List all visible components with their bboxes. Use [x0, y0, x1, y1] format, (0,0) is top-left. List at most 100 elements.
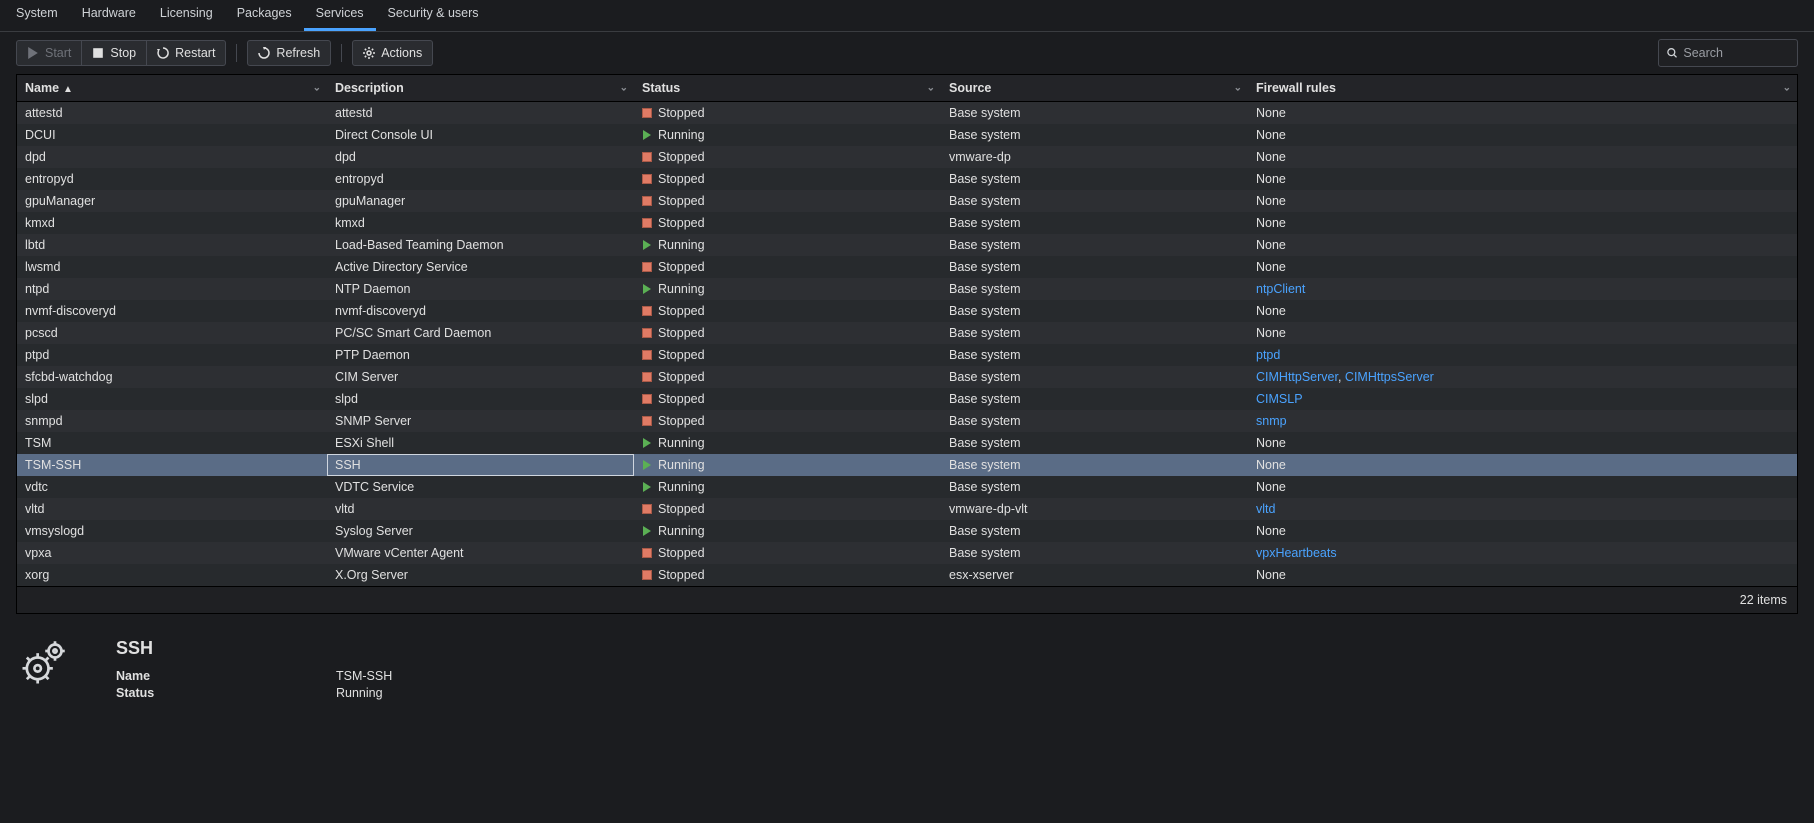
firewall-link[interactable]: CIMSLP — [1256, 392, 1303, 406]
cell-status: Running — [634, 454, 941, 476]
cell-firewall: vpxHeartbeats — [1248, 542, 1797, 564]
cell-description: Load-Based Teaming Daemon — [327, 234, 634, 256]
stopped-icon — [642, 372, 652, 382]
table-row[interactable]: vpxaVMware vCenter AgentStoppedBase syst… — [17, 542, 1797, 564]
firewall-link[interactable]: vpxHeartbeats — [1256, 546, 1337, 560]
table-row[interactable]: DCUIDirect Console UIRunningBase systemN… — [17, 124, 1797, 146]
table-row[interactable]: TSMESXi ShellRunningBase systemNone — [17, 432, 1797, 454]
start-button[interactable]: Start — [16, 40, 82, 66]
cell-source: Base system — [941, 190, 1248, 212]
table-row[interactable]: nvmf-discoverydnvmf-discoverydStoppedBas… — [17, 300, 1797, 322]
cell-source: Base system — [941, 102, 1248, 125]
actions-button[interactable]: Actions — [352, 40, 433, 66]
firewall-none: None — [1256, 238, 1286, 252]
running-icon — [642, 284, 652, 294]
table-row[interactable]: vmsyslogdSyslog ServerRunningBase system… — [17, 520, 1797, 542]
stopped-icon — [642, 196, 652, 206]
col-name[interactable]: Name▲⌄ — [17, 75, 327, 102]
table-row[interactable]: entropydentropydStoppedBase systemNone — [17, 168, 1797, 190]
firewall-link[interactable]: snmp — [1256, 414, 1287, 428]
col-firewall-rules[interactable]: Firewall rules⌄ — [1248, 75, 1797, 102]
refresh-icon — [258, 47, 270, 59]
firewall-none: None — [1256, 326, 1286, 340]
stopped-icon — [642, 262, 652, 272]
firewall-link[interactable]: CIMHttpServer — [1256, 370, 1338, 384]
tab-system[interactable]: System — [4, 0, 70, 31]
firewall-none: None — [1256, 216, 1286, 230]
cell-source: vmware-dp-vlt — [941, 498, 1248, 520]
cell-status: Stopped — [634, 168, 941, 190]
firewall-link[interactable]: vltd — [1256, 502, 1275, 516]
chevron-down-icon[interactable]: ⌄ — [927, 83, 935, 94]
cell-firewall: None — [1248, 146, 1797, 168]
cell-name: vmsyslogd — [17, 520, 327, 542]
table-row[interactable]: snmpdSNMP ServerStoppedBase systemsnmp — [17, 410, 1797, 432]
tab-security-users[interactable]: Security & users — [376, 0, 491, 31]
running-icon — [642, 460, 652, 470]
stopped-icon — [642, 306, 652, 316]
tab-services[interactable]: Services — [304, 0, 376, 31]
separator — [341, 44, 342, 62]
search-box[interactable] — [1658, 39, 1798, 67]
table-row[interactable]: xorgX.Org ServerStoppedesx-xserverNone — [17, 564, 1797, 586]
cell-source: Base system — [941, 366, 1248, 388]
tab-hardware[interactable]: Hardware — [70, 0, 148, 31]
cell-source: Base system — [941, 476, 1248, 498]
cell-firewall: None — [1248, 564, 1797, 586]
search-input[interactable] — [1683, 46, 1789, 60]
chevron-down-icon[interactable]: ⌄ — [1783, 83, 1791, 94]
tab-licensing[interactable]: Licensing — [148, 0, 225, 31]
cell-source: esx-xserver — [941, 564, 1248, 586]
firewall-none: None — [1256, 128, 1286, 142]
cell-source: Base system — [941, 256, 1248, 278]
table-row[interactable]: ntpdNTP DaemonRunningBase systemntpClien… — [17, 278, 1797, 300]
table-row[interactable]: gpuManagergpuManagerStoppedBase systemNo… — [17, 190, 1797, 212]
cell-source: Base system — [941, 322, 1248, 344]
cell-description: SNMP Server — [327, 410, 634, 432]
cell-name: lwsmd — [17, 256, 327, 278]
stop-button[interactable]: Stop — [82, 40, 147, 66]
col-source[interactable]: Source⌄ — [941, 75, 1248, 102]
table-row[interactable]: vdtcVDTC ServiceRunningBase systemNone — [17, 476, 1797, 498]
stopped-icon — [642, 570, 652, 580]
table-row[interactable]: kmxdkmxdStoppedBase systemNone — [17, 212, 1797, 234]
stopped-icon — [642, 350, 652, 360]
table-row[interactable]: ptpdPTP DaemonStoppedBase systemptpd — [17, 344, 1797, 366]
cell-firewall: CIMSLP — [1248, 388, 1797, 410]
chevron-down-icon[interactable]: ⌄ — [620, 83, 628, 94]
table-row[interactable]: pcscdPC/SC Smart Card DaemonStoppedBase … — [17, 322, 1797, 344]
firewall-link[interactable]: ptpd — [1256, 348, 1280, 362]
cell-name: sfcbd-watchdog — [17, 366, 327, 388]
restart-button[interactable]: Restart — [147, 40, 226, 66]
refresh-button[interactable]: Refresh — [247, 40, 331, 66]
cell-source: Base system — [941, 388, 1248, 410]
cell-status: Running — [634, 234, 941, 256]
table-row[interactable]: lwsmdActive Directory ServiceStoppedBase… — [17, 256, 1797, 278]
firewall-none: None — [1256, 458, 1286, 472]
table-row[interactable]: vltdvltdStoppedvmware-dp-vltvltd — [17, 498, 1797, 520]
chevron-down-icon[interactable]: ⌄ — [1234, 83, 1242, 94]
table-row[interactable]: sfcbd-watchdogCIM ServerStoppedBase syst… — [17, 366, 1797, 388]
col-status[interactable]: Status⌄ — [634, 75, 941, 102]
cell-status: Stopped — [634, 322, 941, 344]
cell-description: gpuManager — [327, 190, 634, 212]
running-icon — [642, 240, 652, 250]
cell-status: Stopped — [634, 564, 941, 586]
cell-name: nvmf-discoveryd — [17, 300, 327, 322]
table-row[interactable]: slpdslpdStoppedBase systemCIMSLP — [17, 388, 1797, 410]
cell-name: attestd — [17, 102, 327, 125]
cell-firewall: vltd — [1248, 498, 1797, 520]
table-row[interactable]: TSM-SSHSSHRunningBase systemNone — [17, 454, 1797, 476]
cell-source: Base system — [941, 454, 1248, 476]
table-row[interactable]: dpddpdStoppedvmware-dpNone — [17, 146, 1797, 168]
firewall-link[interactable]: ntpClient — [1256, 282, 1305, 296]
actions-label: Actions — [381, 46, 422, 60]
table-row[interactable]: lbtdLoad-Based Teaming DaemonRunningBase… — [17, 234, 1797, 256]
tab-packages[interactable]: Packages — [225, 0, 304, 31]
col-description[interactable]: Description⌄ — [327, 75, 634, 102]
cell-firewall: None — [1248, 256, 1797, 278]
firewall-link[interactable]: CIMHttpsServer — [1345, 370, 1434, 384]
chevron-down-icon[interactable]: ⌄ — [313, 83, 321, 94]
cell-description: entropyd — [327, 168, 634, 190]
table-row[interactable]: attestdattestdStoppedBase systemNone — [17, 102, 1797, 125]
